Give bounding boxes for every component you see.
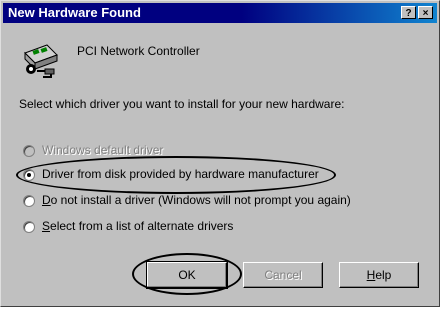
- title-bar[interactable]: New Hardware Found ? ×: [3, 3, 437, 23]
- help-button[interactable]: Help: [339, 262, 419, 288]
- option-label: Select from a list of alternate drivers: [42, 219, 234, 233]
- radio-button[interactable]: [23, 145, 35, 157]
- help-titlebar-button[interactable]: ?: [401, 6, 416, 19]
- new-hardware-dialog: New Hardware Found ? × PCI Network Contr…: [0, 0, 440, 307]
- ok-button[interactable]: OK: [146, 261, 228, 289]
- radio-button[interactable]: [23, 221, 35, 233]
- close-button[interactable]: ×: [418, 6, 433, 19]
- option-label: Do not install a driver (Windows will no…: [42, 193, 351, 207]
- radio-button-selected[interactable]: [23, 169, 35, 181]
- radio-button[interactable]: [23, 195, 35, 207]
- network-card-icon: [24, 44, 58, 78]
- driver-prompt: Select which driver you want to install …: [19, 97, 345, 111]
- cancel-button[interactable]: Cancel: [243, 262, 323, 288]
- device-name: PCI Network Controller: [77, 44, 200, 58]
- window-title: New Hardware Found: [8, 5, 141, 20]
- radio-dot: [27, 173, 31, 177]
- option-label: Windows default driver: [42, 143, 164, 157]
- option-label: Driver from disk provided by hardware ma…: [42, 167, 319, 181]
